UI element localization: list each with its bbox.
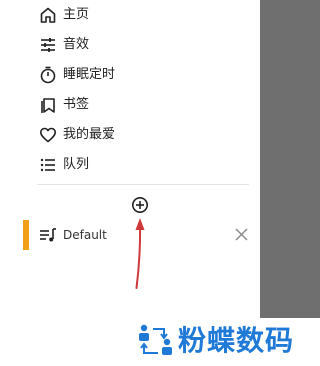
playlist-name: Default — [63, 228, 107, 242]
bookmark-icon — [38, 95, 58, 115]
timer-icon — [38, 65, 58, 85]
close-icon — [235, 228, 248, 241]
queue-icon — [38, 155, 58, 175]
watermark: 粉蝶数码 — [136, 322, 294, 360]
menu-item-label: 我的最爱 — [63, 127, 116, 142]
selected-indicator — [23, 220, 29, 250]
playlist-item[interactable]: Default — [0, 220, 260, 252]
menu-item-label: 队列 — [63, 157, 90, 172]
drawer-scrim[interactable] — [260, 0, 320, 318]
menu-item-label: 睡眠定时 — [63, 67, 116, 82]
menu-divider — [37, 184, 249, 185]
menu-item-label: 书签 — [63, 97, 90, 112]
heart-icon — [38, 125, 58, 145]
menu-item-home[interactable]: 主页 — [0, 0, 250, 30]
menu-item-favorites[interactable]: 我的最爱 — [0, 120, 250, 150]
menu-item-bookmarks[interactable]: 书签 — [0, 90, 250, 120]
playlist-icon — [38, 225, 58, 245]
home-icon — [38, 5, 58, 25]
equalizer-icon — [38, 35, 58, 55]
menu-item-queue[interactable]: 队列 — [0, 150, 250, 180]
add-playlist-button[interactable] — [130, 195, 150, 215]
menu-item-sound-effects[interactable]: 音效 — [0, 30, 250, 60]
navigation-drawer: 主页 音效 睡眠定时 书签 我的最爱 队列 Default — [0, 0, 260, 366]
remove-playlist-button[interactable] — [232, 225, 252, 245]
watermark-logo — [139, 324, 172, 355]
menu-item-sleep-timer[interactable]: 睡眠定时 — [0, 60, 250, 90]
menu-item-label: 主页 — [63, 7, 90, 22]
add-circle-icon — [132, 197, 148, 213]
menu-item-label: 音效 — [63, 37, 90, 52]
watermark-text: 粉蝶数码 — [178, 324, 295, 357]
